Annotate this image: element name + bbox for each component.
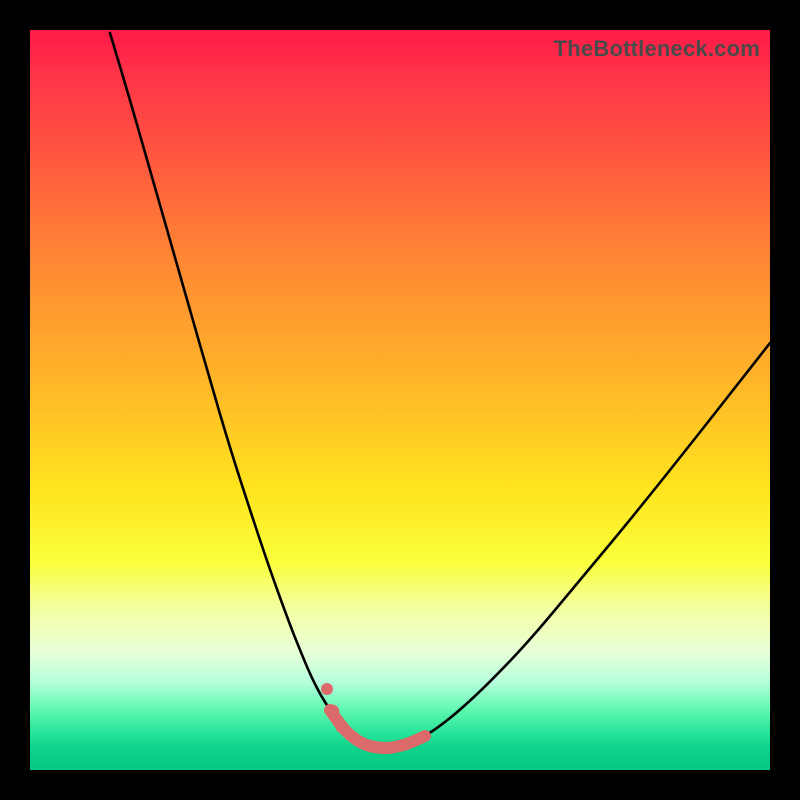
black-curve [110, 33, 770, 748]
red-dot-b [327, 705, 339, 717]
curve-layer [30, 30, 770, 770]
red-dot-c [336, 721, 349, 734]
red-dot-a [321, 683, 333, 695]
chart-area: TheBottleneck.com [30, 30, 770, 770]
